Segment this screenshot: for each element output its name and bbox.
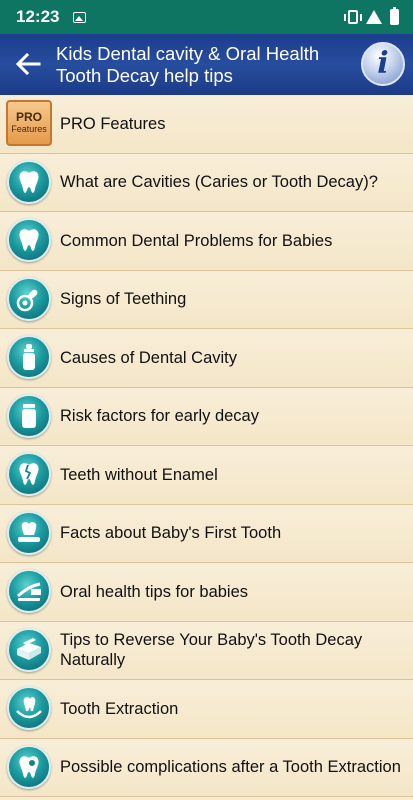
arrow-left-icon	[15, 52, 41, 76]
app-bar: Kids Dental cavity & Oral Health Tooth D…	[0, 34, 413, 95]
list-item-label: What are Cavities (Caries or Tooth Decay…	[60, 173, 378, 192]
tooth-icon	[7, 159, 51, 204]
status-bar: 12:23	[0, 0, 413, 34]
pro-icon-line1: PRO	[15, 110, 42, 124]
list-item-label: Risk factors for early decay	[60, 407, 259, 426]
toothbrush-icon	[7, 569, 51, 613]
list-item[interactable]: Risk factors for early decay	[0, 387, 413, 446]
tooth-icon	[7, 218, 51, 262]
list-item-label: Oral health tips for babies	[60, 582, 249, 601]
list-item-pro-features[interactable]: PRO Features PRO Features	[0, 95, 413, 154]
list-item-label: Common Dental Problems for Babies	[60, 231, 333, 250]
list-item[interactable]: Common Dental Problems for Babies	[0, 212, 413, 271]
image-notification-icon	[73, 11, 87, 23]
list-item[interactable]: Tips to Reverse Your Baby's Tooth Decay …	[0, 621, 413, 680]
baby-bottle-icon	[7, 335, 51, 379]
pro-icon-line2: Features	[11, 124, 47, 134]
list-item-label: Signs of Teething	[60, 290, 187, 309]
app-title: Kids Dental cavity & Oral Health Tooth D…	[56, 43, 320, 86]
list-item[interactable]: Possible complications after a Tooth Ext…	[0, 738, 413, 797]
list-item[interactable]: Signs of Teething	[0, 270, 413, 329]
signal-icon	[366, 10, 382, 24]
cracked-tooth-icon	[7, 452, 51, 496]
damaged-tooth-icon	[7, 744, 51, 789]
list-item[interactable]: Causes of Dental Cavity	[0, 329, 413, 388]
list-item-label: Tips to Reverse Your Baby's Tooth Decay …	[60, 631, 363, 670]
status-icons	[344, 7, 399, 25]
pro-features-icon: PRO Features	[6, 100, 52, 146]
back-button[interactable]	[10, 46, 46, 82]
topic-list: PRO Features PRO Features What are Cavit…	[0, 95, 413, 797]
list-item-label: Tooth Extraction	[60, 699, 179, 718]
list-item-label: Teeth without Enamel	[60, 465, 218, 484]
status-time: 12:23	[16, 7, 60, 26]
list-item[interactable]: Teeth without Enamel	[0, 446, 413, 505]
battery-icon	[390, 7, 399, 25]
extraction-tooth-icon	[7, 686, 51, 730]
list-item[interactable]: Facts about Baby's First Tooth	[0, 504, 413, 563]
list-item[interactable]: Oral health tips for babies	[0, 563, 413, 622]
list-item-label: Facts about Baby's First Tooth	[60, 524, 282, 543]
list-item[interactable]: What are Cavities (Caries or Tooth Decay…	[0, 153, 413, 212]
list-item-label: Possible complications after a Tooth Ext…	[60, 758, 401, 777]
list-item-label: PRO Features	[60, 114, 166, 133]
list-item-label: Causes of Dental Cavity	[60, 348, 237, 367]
toothpaste-box-icon	[7, 627, 51, 672]
vibrate-icon	[344, 10, 362, 24]
pacifier-icon	[7, 276, 51, 321]
jar-icon	[7, 393, 51, 438]
info-button[interactable]: i	[361, 42, 405, 86]
list-item[interactable]: Tooth Extraction	[0, 680, 413, 739]
tooth-brush-icon	[7, 510, 51, 555]
info-icon: i	[377, 46, 389, 81]
